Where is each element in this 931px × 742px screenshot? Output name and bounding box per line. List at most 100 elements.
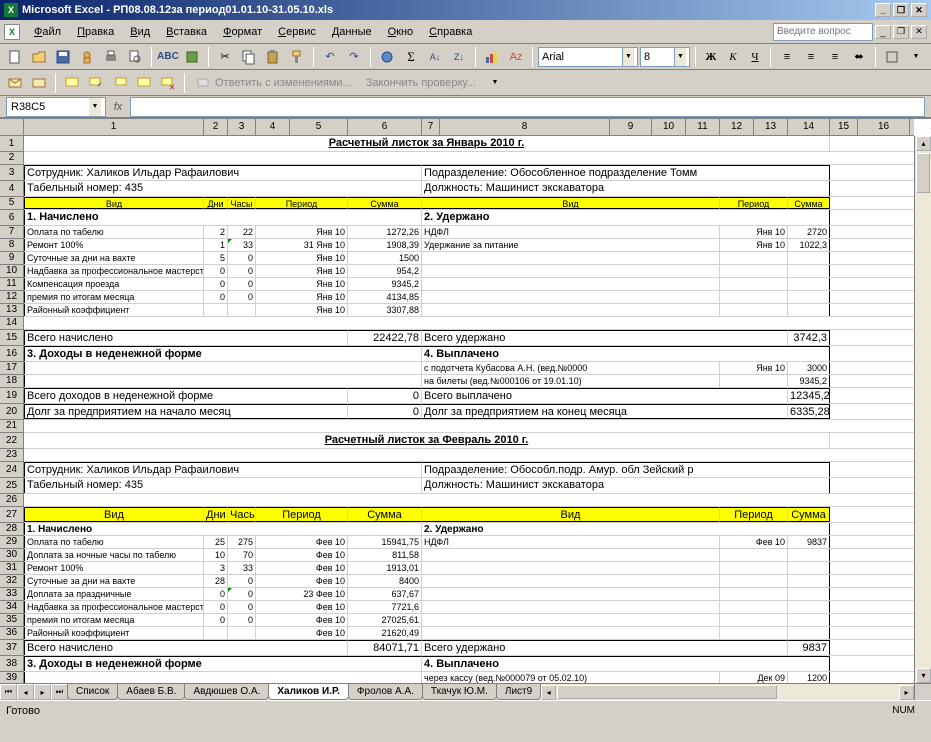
col-header[interactable]: 12 [720, 119, 754, 135]
menu-Вид[interactable]: Вид [122, 24, 158, 40]
menu-Окно[interactable]: Окно [380, 24, 422, 40]
row-header[interactable]: 29 [0, 536, 23, 549]
font-size-combo[interactable]: 8▼ [640, 47, 690, 67]
workbook-icon[interactable]: X [4, 24, 20, 40]
align-center-icon[interactable]: ≡ [800, 46, 822, 68]
send-icon[interactable] [4, 72, 26, 94]
scroll-right-icon[interactable]: ▸ [899, 685, 914, 700]
row-header[interactable]: 24 [0, 462, 23, 478]
sheet-tab[interactable]: Список [67, 684, 118, 700]
drawing-icon[interactable]: Az [505, 46, 527, 68]
row-header[interactable]: 36 [0, 627, 23, 640]
row-header[interactable]: 25 [0, 478, 23, 494]
col-header[interactable]: 2 [204, 119, 228, 135]
row-header[interactable]: 37 [0, 640, 23, 656]
row-header[interactable]: 35 [0, 614, 23, 627]
more2-icon[interactable]: ▼ [484, 72, 506, 94]
hyperlink-icon[interactable] [376, 46, 398, 68]
mdi-minimize[interactable]: _ [875, 25, 891, 39]
row-header[interactable]: 38 [0, 656, 23, 672]
sheet-tab[interactable]: Фролов А.А. [348, 684, 423, 700]
sheet-tab[interactable]: Абаев Б.В. [117, 684, 185, 700]
spell-icon[interactable]: ABC [157, 46, 179, 68]
format-painter-icon[interactable] [286, 46, 308, 68]
minimize-button[interactable]: _ [875, 3, 891, 17]
row-header[interactable]: 10 [0, 265, 23, 278]
row-header[interactable]: 15 [0, 330, 23, 346]
more-icon[interactable]: ▼ [905, 46, 927, 68]
row-header[interactable]: 14 [0, 317, 23, 330]
row-header[interactable]: 16 [0, 346, 23, 362]
italic-button[interactable]: К [723, 47, 743, 67]
comment-next-icon[interactable] [109, 72, 131, 94]
bold-button[interactable]: Ж [701, 47, 721, 67]
redo-icon[interactable]: ↷ [343, 46, 365, 68]
scroll-down-icon[interactable]: ▾ [916, 668, 931, 683]
row-header[interactable]: 1 [0, 136, 23, 152]
row-header[interactable]: 3 [0, 165, 23, 181]
merge-icon[interactable]: ⬌ [848, 46, 870, 68]
row-header[interactable]: 12 [0, 291, 23, 304]
row-header[interactable]: 31 [0, 562, 23, 575]
row-header[interactable]: 21 [0, 420, 23, 433]
scroll-left-icon[interactable]: ◂ [541, 685, 556, 700]
cells-area[interactable]: Расчетный листок за Январь 2010 г.Сотруд… [24, 136, 914, 683]
row-header[interactable]: 13 [0, 304, 23, 317]
autosum-icon[interactable]: Σ [400, 46, 422, 68]
sheet-tab[interactable]: Авдюшев О.А. [184, 684, 269, 700]
row-header[interactable]: 2 [0, 152, 23, 165]
comment-delete-icon[interactable] [157, 72, 179, 94]
row-header[interactable]: 28 [0, 523, 23, 536]
row-header[interactable]: 27 [0, 507, 23, 523]
menu-Сервис[interactable]: Сервис [270, 24, 324, 40]
comment-new-icon[interactable] [61, 72, 83, 94]
row-header[interactable]: 33 [0, 588, 23, 601]
hscroll-thumb[interactable] [557, 685, 777, 699]
col-header[interactable]: 3 [228, 119, 256, 135]
vscroll-thumb[interactable] [916, 153, 930, 193]
row-header[interactable]: 7 [0, 226, 23, 239]
row-header[interactable]: 34 [0, 601, 23, 614]
align-right-icon[interactable]: ≡ [824, 46, 846, 68]
column-headers[interactable]: 123456789101112131415161718 [24, 119, 914, 136]
permission-icon[interactable] [76, 46, 98, 68]
sheet-tab[interactable]: Лист9 [496, 684, 541, 700]
col-header[interactable]: 16 [858, 119, 910, 135]
comment-prev-icon[interactable] [85, 72, 107, 94]
col-header[interactable]: 14 [788, 119, 830, 135]
ask-question-input[interactable] [773, 23, 873, 41]
row-header[interactable]: 11 [0, 278, 23, 291]
col-header[interactable]: 6 [348, 119, 422, 135]
menu-Формат[interactable]: Формат [215, 24, 270, 40]
col-header[interactable]: 4 [256, 119, 290, 135]
formula-input[interactable] [130, 97, 925, 117]
preview-icon[interactable] [124, 46, 146, 68]
row-header[interactable]: 18 [0, 375, 23, 388]
tab-first-icon[interactable]: ⏮ [0, 684, 17, 700]
print-icon[interactable] [100, 46, 122, 68]
row-headers[interactable]: 1234567891011121314151617181920212223242… [0, 136, 24, 683]
font-name-combo[interactable]: Arial▼ [538, 47, 638, 67]
research-icon[interactable] [181, 46, 203, 68]
col-header[interactable]: 17 [910, 119, 931, 135]
sort-desc-icon[interactable]: Z↓ [448, 46, 470, 68]
name-box[interactable]: R38C5▼ [6, 97, 106, 117]
row-header[interactable]: 8 [0, 239, 23, 252]
row-header[interactable]: 20 [0, 404, 23, 420]
col-header[interactable]: 5 [290, 119, 348, 135]
col-header[interactable]: 9 [610, 119, 652, 135]
tab-next-icon[interactable]: ▸ [34, 684, 51, 700]
col-header[interactable]: 11 [686, 119, 720, 135]
open-icon[interactable] [28, 46, 50, 68]
row-header[interactable]: 19 [0, 388, 23, 404]
row-header[interactable]: 30 [0, 549, 23, 562]
row-header[interactable]: 26 [0, 494, 23, 507]
col-header[interactable]: 7 [422, 119, 440, 135]
col-header[interactable]: 1 [24, 119, 204, 135]
cut-icon[interactable]: ✂ [214, 46, 236, 68]
send-review-icon[interactable] [28, 72, 50, 94]
tab-prev-icon[interactable]: ◂ [17, 684, 34, 700]
sheet-tab[interactable]: Ткачук Ю.М. [422, 684, 497, 700]
row-header[interactable]: 4 [0, 181, 23, 197]
row-header[interactable]: 6 [0, 210, 23, 226]
